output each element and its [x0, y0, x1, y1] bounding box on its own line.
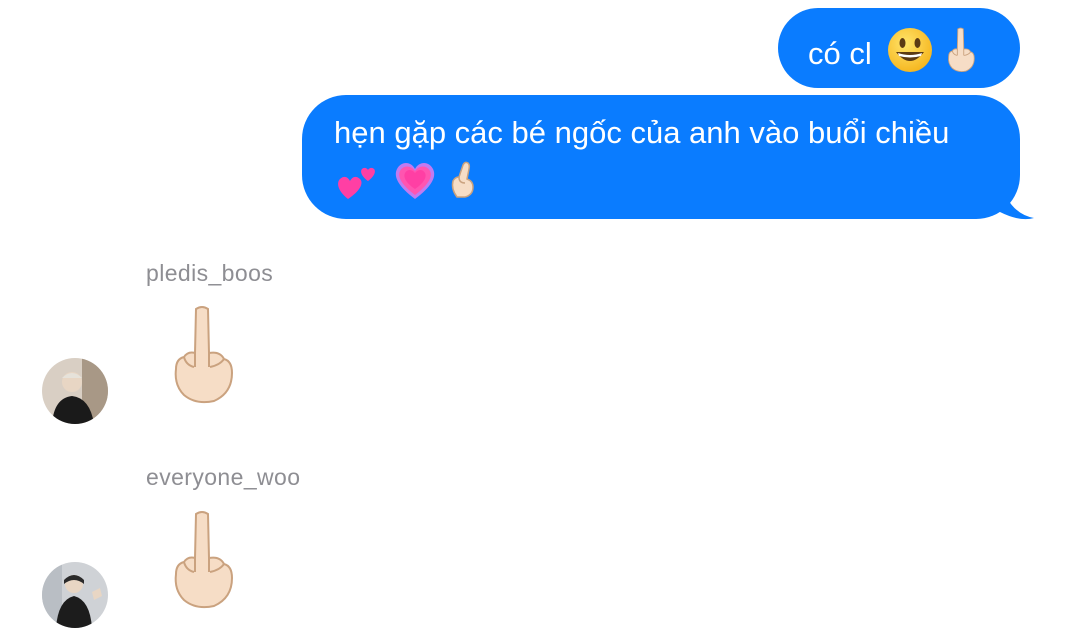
avatar[interactable]	[42, 358, 108, 424]
finger-heart-icon	[447, 159, 479, 211]
middle-finger-icon[interactable]	[168, 508, 238, 612]
message-text: hẹn gặp các bé ngốc của anh vào buổi chi…	[334, 115, 950, 150]
sent-message-bubble[interactable]: có cl	[778, 8, 1020, 88]
sender-name: everyone_woo	[146, 464, 301, 490]
sender-name: pledis_boos	[146, 260, 274, 286]
message-text: có cl	[808, 36, 872, 72]
middle-finger-icon	[945, 26, 977, 86]
two-hearts-icon	[334, 155, 382, 215]
sent-message-bubble[interactable]: hẹn gặp các bé ngốc của anh vào buổi chi…	[302, 95, 1020, 219]
avatar[interactable]	[42, 562, 108, 628]
growing-heart-icon	[391, 155, 439, 215]
bubble-tail	[1000, 182, 1034, 220]
middle-finger-icon[interactable]	[168, 303, 238, 407]
smiley-icon	[886, 26, 934, 86]
